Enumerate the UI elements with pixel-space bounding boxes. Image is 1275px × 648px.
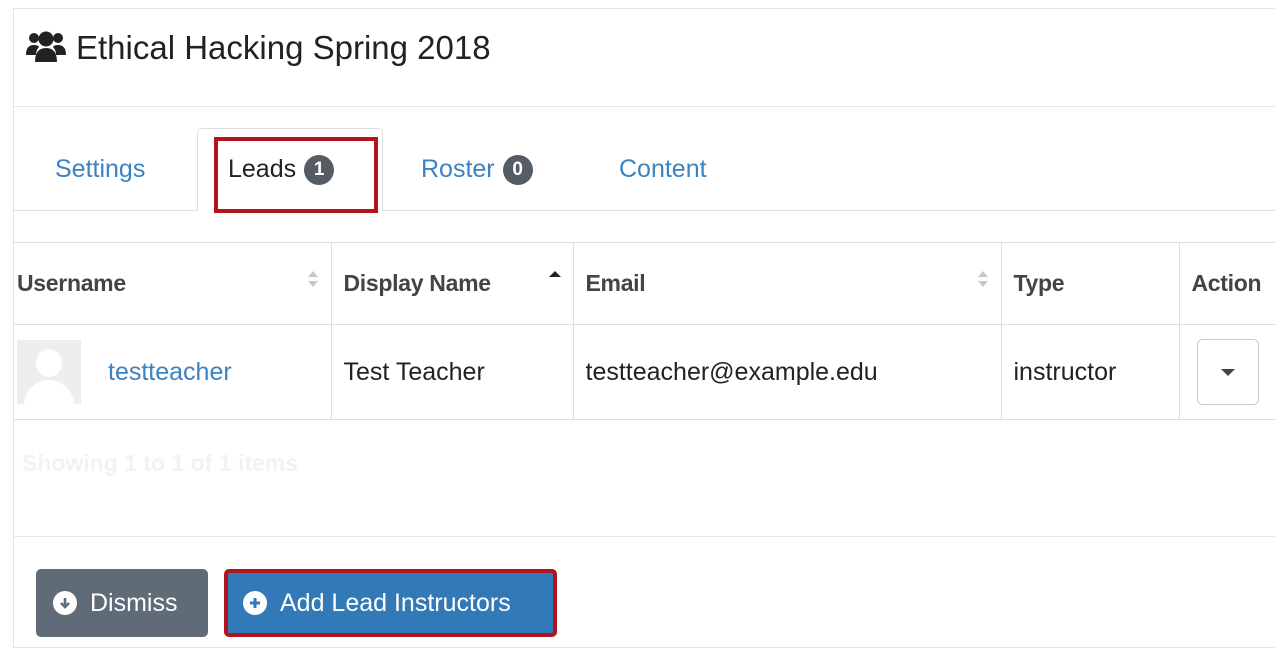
plus-circle-icon <box>243 591 267 615</box>
add-lead-instructors-button[interactable]: Add Lead Instructors <box>224 569 557 637</box>
table-header-row: Username Display Name Email Type Action <box>13 242 1275 325</box>
action-cell <box>1178 324 1275 420</box>
column-header-action: Action <box>1178 242 1275 325</box>
column-label: Display Name <box>343 270 492 296</box>
email-cell: testteacher@example.edu <box>572 324 1002 420</box>
column-header-username[interactable]: Username <box>13 242 332 325</box>
table-info-text: Showing 1 to 1 of 1 items <box>22 450 299 476</box>
header-divider <box>13 106 1275 107</box>
dismiss-button[interactable]: Dismiss <box>36 569 208 637</box>
sort-both-icon <box>977 271 988 287</box>
page-title: Ethical Hacking Spring 2018 <box>76 29 491 66</box>
users-icon <box>26 29 66 68</box>
panel-header: Ethical Hacking Spring 2018 <box>26 22 491 74</box>
tab-label: Settings <box>55 155 146 183</box>
type-cell: instructor <box>1000 324 1180 420</box>
column-header-email[interactable]: Email <box>572 242 1002 325</box>
column-header-type: Type <box>1000 242 1180 325</box>
arrow-circle-down-icon <box>53 591 77 615</box>
column-label: Username <box>17 270 126 296</box>
tab-roster[interactable]: Roster 0 <box>421 128 533 211</box>
tab-settings[interactable]: Settings <box>55 128 145 211</box>
column-label: Type <box>1013 270 1065 296</box>
column-header-display-name[interactable]: Display Name <box>330 242 574 325</box>
tab-label: Content <box>619 155 707 183</box>
tab-content[interactable]: Content <box>619 128 707 211</box>
tab-label: Leads <box>228 155 297 183</box>
roster-count-badge: 0 <box>502 154 533 185</box>
column-label: Action <box>1191 270 1262 296</box>
caret-down-icon <box>1220 368 1235 376</box>
sort-ascending-icon <box>548 271 561 277</box>
display-name-cell: Test Teacher <box>330 324 574 420</box>
footer-divider <box>13 536 1275 537</box>
tab-leads[interactable]: Leads 1 <box>197 128 383 211</box>
table-row: testteacher Test Teacher testteacher@exa… <box>13 324 1275 420</box>
username-link[interactable]: testteacher <box>108 358 232 387</box>
add-lead-instructors-label: Add Lead Instructors <box>280 588 511 617</box>
leads-table: Username Display Name Email Type Action … <box>13 242 1275 420</box>
sort-both-icon <box>307 271 318 287</box>
username-cell: testteacher <box>13 324 332 420</box>
avatar <box>17 340 81 404</box>
dismiss-label: Dismiss <box>90 588 178 617</box>
row-action-dropdown-button[interactable] <box>1196 339 1259 405</box>
tab-label: Roster <box>421 155 495 183</box>
column-label: Email <box>585 270 646 296</box>
leads-count-badge: 1 <box>304 154 335 185</box>
